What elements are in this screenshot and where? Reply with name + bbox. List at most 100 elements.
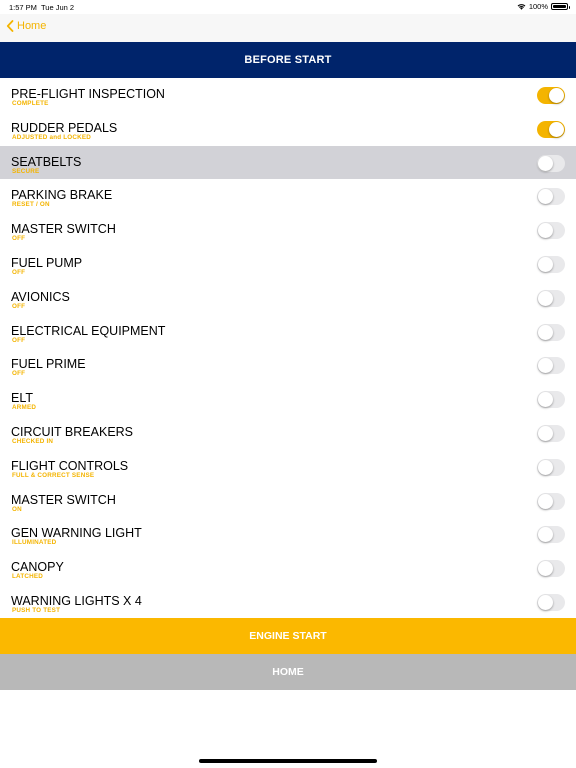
checklist-row[interactable]: ELECTRICAL EQUIPMENT OFF [0, 315, 576, 349]
status-date: Tue Jun 2 [41, 3, 75, 12]
toggle-knob [538, 290, 553, 306]
checklist-row[interactable]: RUDDER PEDALS ADJUSTED and LOCKED [0, 112, 576, 146]
item-toggle[interactable] [537, 255, 565, 273]
checklist-row[interactable]: FLIGHT CONTROLS FULL & CORRECT SENSE [0, 450, 576, 484]
back-button[interactable]: Home [6, 20, 46, 32]
toggle-knob [549, 88, 564, 103]
battery-fill [553, 5, 566, 8]
item-subtitle: OFF [12, 370, 26, 378]
item-subtitle: LATCHED [12, 573, 44, 581]
checklist-row[interactable]: PARKING BRAKE RESET / ON [0, 179, 576, 213]
section-header: BEFORE START [0, 42, 576, 78]
item-toggle[interactable] [537, 492, 565, 510]
nav-bar: Home [0, 14, 576, 42]
battery-percent: 100% [528, 2, 548, 11]
battery-icon [551, 3, 570, 10]
item-subtitle: CHECKED IN [12, 437, 54, 445]
toggle-knob [538, 425, 553, 441]
item-toggle[interactable] [537, 391, 565, 409]
item-toggle[interactable] [537, 458, 565, 476]
wifi-icon [517, 4, 526, 10]
toggle-knob [538, 527, 553, 543]
status-right: 100% [517, 2, 570, 11]
section-title: BEFORE START [244, 54, 332, 66]
item-title: WARNING LIGHTS X 4 [11, 593, 142, 608]
item-toggle[interactable] [537, 424, 565, 442]
status-bar: 1:57 PM Tue Jun 2 100% [0, 0, 576, 14]
checklist-row[interactable]: MASTER SWITCH ON [0, 484, 576, 518]
checklist-row[interactable]: GEN WARNING LIGHT ILLUMINATED [0, 517, 576, 551]
item-toggle[interactable] [537, 120, 565, 138]
item-toggle[interactable] [537, 222, 565, 240]
item-toggle[interactable] [537, 154, 565, 172]
item-subtitle: OFF [12, 302, 26, 310]
item-subtitle: FULL & CORRECT SENSE [12, 471, 95, 479]
item-title: PRE-FLIGHT INSPECTION [11, 87, 165, 101]
item-title: FUEL PRIME [11, 357, 86, 372]
item-title: MASTER SWITCH [11, 492, 116, 507]
item-title: FUEL PUMP [11, 255, 83, 270]
engine-start-label: ENGINE START [249, 630, 327, 642]
toggle-knob [538, 459, 553, 475]
checklist-row[interactable]: CANOPY LATCHED [0, 551, 576, 585]
item-title: MASTER SWITCH [11, 222, 116, 237]
item-subtitle: OFF [12, 336, 26, 344]
checklist-row[interactable]: AVIONICS OFF [0, 281, 576, 315]
item-subtitle: OFF [12, 235, 26, 243]
toggle-knob [549, 121, 564, 137]
toggle-knob [538, 189, 553, 205]
item-toggle[interactable] [537, 560, 565, 578]
item-subtitle: RESET / ON [12, 201, 50, 209]
engine-start-button[interactable]: ENGINE START [0, 618, 576, 654]
item-title: CANOPY [11, 560, 64, 575]
item-subtitle: COMPLETE [12, 100, 49, 107]
item-title: GEN WARNING LIGHT [11, 526, 142, 541]
checklist: PRE-FLIGHT INSPECTION COMPLETE RUDDER PEDA… [0, 78, 576, 619]
home-label: HOME [272, 666, 304, 678]
item-toggle[interactable] [537, 593, 565, 611]
item-subtitle: OFF [12, 268, 26, 276]
toggle-knob [538, 392, 553, 408]
item-title: ELECTRICAL EQUIPMENT [11, 323, 166, 338]
item-subtitle: ILLUMINATED [12, 539, 57, 547]
item-subtitle: ARMED [12, 404, 37, 412]
checklist-row[interactable]: FUEL PUMP OFF [0, 247, 576, 281]
back-label: Home [17, 20, 47, 32]
item-title: SEATBELTS [11, 154, 82, 169]
toggle-knob [538, 561, 553, 577]
item-subtitle: SECURE [12, 167, 40, 175]
toggle-knob [538, 594, 553, 610]
item-title: ELT [11, 391, 33, 406]
chevron-left-icon [6, 20, 14, 32]
item-toggle[interactable] [537, 289, 565, 307]
checklist-row[interactable]: PRE-FLIGHT INSPECTION COMPLETE [0, 78, 576, 112]
status-time: 1:57 PM [9, 3, 37, 12]
item-title: PARKING BRAKE [11, 188, 113, 203]
item-title: RUDDER PEDALS [11, 120, 118, 135]
toggle-knob [538, 358, 553, 374]
home-indicator [199, 759, 377, 763]
item-title: AVIONICS [11, 289, 70, 304]
toggle-knob [538, 324, 553, 340]
item-toggle[interactable] [537, 87, 565, 104]
item-subtitle: PUSH TO TEST [12, 606, 61, 614]
checklist-row[interactable]: ELT ARMED [0, 382, 576, 416]
toggle-knob [538, 256, 553, 272]
checklist-row[interactable]: MASTER SWITCH OFF [0, 213, 576, 247]
home-button[interactable]: HOME [0, 654, 576, 690]
toggle-knob [538, 223, 553, 239]
checklist-row[interactable]: CIRCUIT BREAKERS CHECKED IN [0, 416, 576, 450]
item-title: FLIGHT CONTROLS [11, 458, 129, 473]
item-title: CIRCUIT BREAKERS [11, 424, 134, 439]
item-toggle[interactable] [537, 188, 565, 206]
checklist-row[interactable]: SEATBELTS SECURE [0, 145, 576, 180]
item-toggle[interactable] [537, 323, 565, 341]
item-subtitle: ADJUSTED and LOCKED [12, 133, 92, 141]
checklist-row[interactable]: FUEL PRIME OFF [0, 348, 576, 382]
toggle-knob [538, 155, 553, 171]
item-subtitle: ON [12, 505, 22, 513]
item-toggle[interactable] [537, 526, 565, 544]
checklist-row[interactable]: WARNING LIGHTS X 4 PUSH TO TEST [0, 585, 576, 619]
toggle-knob [538, 493, 553, 509]
item-toggle[interactable] [537, 357, 565, 375]
